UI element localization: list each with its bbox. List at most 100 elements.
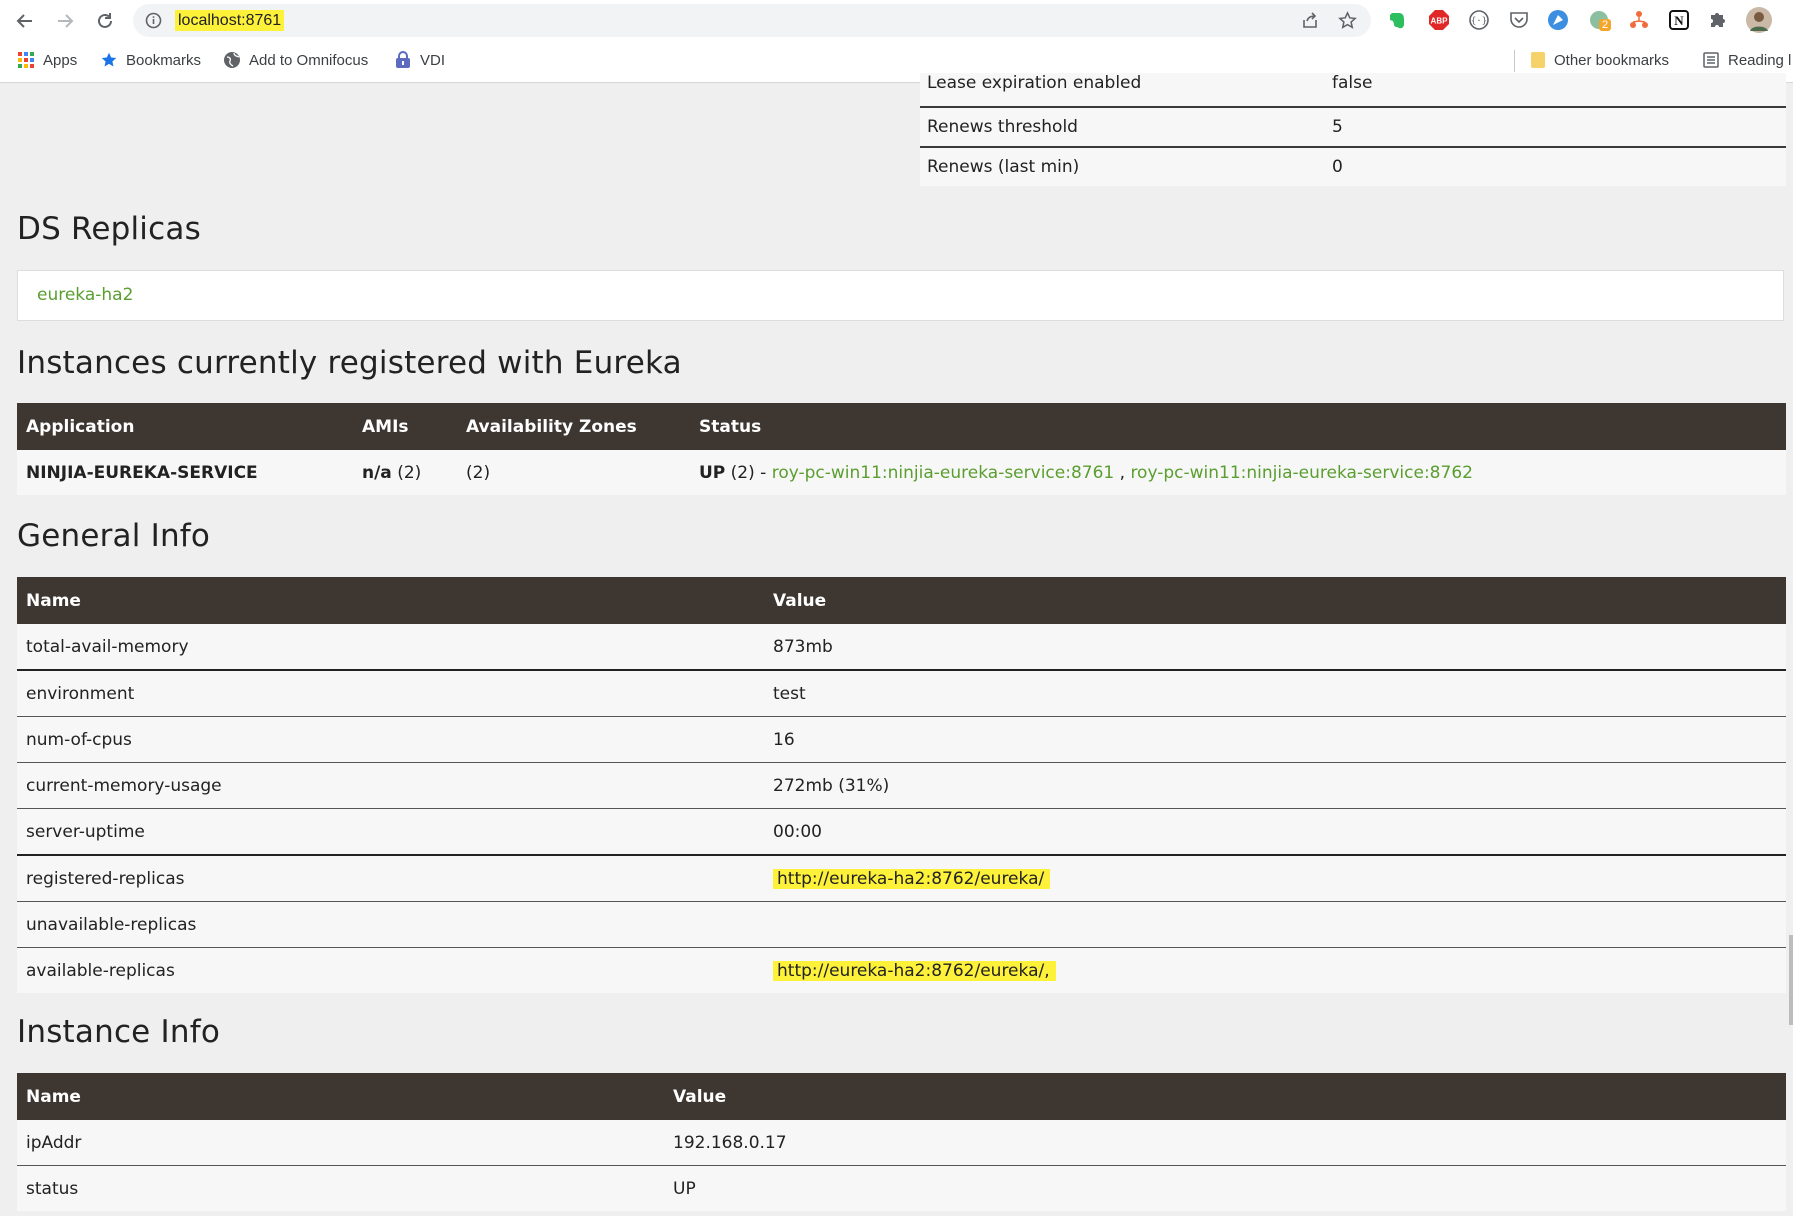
replica-link[interactable]: eureka-ha2 bbox=[37, 285, 133, 305]
evernote-icon[interactable] bbox=[1386, 9, 1408, 31]
notion-icon[interactable]: N bbox=[1668, 9, 1690, 31]
column-header: AMIs bbox=[353, 403, 457, 450]
status-cell: UP (2) - roy-pc-win11:ninjia-eureka-serv… bbox=[690, 450, 1786, 495]
bookmarks-divider bbox=[1514, 50, 1515, 72]
bookmark-bookmarks-label: Bookmarks bbox=[126, 51, 202, 69]
table-row: NINJIA-EUREKA-SERVICE n/a (2) (2) UP (2)… bbox=[17, 450, 1786, 495]
bookmark-apps[interactable]: Apps bbox=[17, 51, 77, 69]
extensions-puzzle-icon[interactable] bbox=[1707, 9, 1729, 31]
info-value: http://eureka-ha2:8762/eureka/, bbox=[764, 947, 1786, 993]
ds-replicas-list: eureka-ha2 bbox=[17, 270, 1784, 321]
browser-toolbar: localhost:8761 ABP {·} 2 N bbox=[0, 0, 1793, 40]
svg-text:{·}: {·} bbox=[1471, 17, 1487, 27]
table-row: Renews threshold 5 bbox=[920, 107, 1786, 147]
instance-link[interactable]: roy-pc-win11:ninjia-eureka-service:8761 bbox=[772, 463, 1115, 483]
reading-list[interactable]: Reading l bbox=[1702, 51, 1791, 69]
adblock-icon[interactable]: ABP bbox=[1428, 9, 1450, 31]
column-header: Name bbox=[17, 1073, 664, 1120]
stat-name: Lease expiration enabled bbox=[920, 73, 1325, 107]
instance-info-table: Name Value ipAddr 192.168.0.17 status UP bbox=[17, 1073, 1786, 1211]
column-header: Value bbox=[664, 1073, 1786, 1120]
table-row: unavailable-replicas bbox=[17, 901, 1786, 948]
bookmark-omnifocus-label: Add to Omnifocus bbox=[249, 51, 369, 69]
stat-value: false bbox=[1325, 73, 1786, 107]
reload-button[interactable] bbox=[92, 8, 118, 34]
reload-icon bbox=[98, 13, 112, 28]
column-header: Status bbox=[690, 403, 1786, 450]
pocket-icon[interactable] bbox=[1508, 9, 1530, 31]
bookmark-star-icon[interactable] bbox=[1338, 11, 1357, 30]
address-bar[interactable]: localhost:8761 bbox=[133, 4, 1371, 37]
forward-button[interactable] bbox=[52, 8, 78, 34]
status-count: (2) - bbox=[725, 462, 772, 483]
stat-value: 5 bbox=[1325, 107, 1786, 147]
table-row: Lease expiration enabled false bbox=[920, 73, 1786, 107]
url-text[interactable]: localhost:8761 bbox=[175, 10, 285, 31]
grammar-extension-icon[interactable]: 2 bbox=[1588, 9, 1612, 31]
scrollbar-thumb[interactable] bbox=[1789, 935, 1793, 1025]
table-header-row: Name Value bbox=[17, 577, 1786, 624]
info-value: 873mb bbox=[764, 624, 1786, 670]
sitemap-extension-icon[interactable] bbox=[1628, 9, 1650, 31]
table-header-row: Name Value bbox=[17, 1073, 1786, 1120]
share-icon[interactable] bbox=[1301, 12, 1319, 30]
info-value: test bbox=[764, 670, 1786, 717]
compass-extension-icon[interactable] bbox=[1547, 9, 1569, 31]
application-name: NINJIA-EUREKA-SERVICE bbox=[17, 450, 353, 495]
reading-list-icon bbox=[1703, 52, 1719, 68]
info-value: 00:00 bbox=[764, 808, 1786, 855]
table-row: server-uptime 00:00 bbox=[17, 808, 1786, 855]
instance-info-heading: Instance Info bbox=[17, 1014, 220, 1050]
bookmark-vdi-label: VDI bbox=[420, 51, 446, 69]
info-value bbox=[764, 901, 1786, 948]
column-header: Value bbox=[764, 577, 1786, 624]
table-row: Renews (last min) 0 bbox=[920, 147, 1786, 186]
info-name: registered-replicas bbox=[17, 855, 764, 902]
registered-replicas-value: http://eureka-ha2:8762/eureka/ bbox=[773, 868, 1051, 889]
info-name: current-memory-usage bbox=[17, 762, 764, 809]
info-name: server-uptime bbox=[17, 808, 764, 855]
back-arrow-icon bbox=[16, 14, 32, 28]
table-row: num-of-cpus 16 bbox=[17, 716, 1786, 763]
amis-value: n/a bbox=[362, 462, 392, 483]
zones-cell: (2) bbox=[457, 450, 690, 495]
back-button[interactable] bbox=[12, 8, 38, 34]
bookmark-vdi[interactable]: VDI bbox=[394, 51, 445, 69]
instance-link[interactable]: roy-pc-win11:ninjia-eureka-service:8762 bbox=[1130, 463, 1473, 483]
bookmark-other[interactable]: Other bookmarks bbox=[1530, 51, 1669, 69]
svg-text:ABP: ABP bbox=[1431, 17, 1449, 26]
bookmark-bookmarks[interactable]: Bookmarks bbox=[100, 51, 201, 69]
info-value: 16 bbox=[764, 716, 1786, 763]
instance-separator: , bbox=[1114, 462, 1131, 483]
site-info-icon[interactable] bbox=[145, 12, 162, 29]
info-value: 192.168.0.17 bbox=[664, 1120, 1786, 1166]
ds-replicas-heading: DS Replicas bbox=[17, 211, 201, 247]
table-row: registered-replicas http://eureka-ha2:876… bbox=[17, 855, 1786, 902]
instances-heading: Instances currently registered with Eure… bbox=[17, 345, 682, 381]
stat-name: Renews (last min) bbox=[920, 147, 1325, 186]
stat-name: Renews threshold bbox=[920, 107, 1325, 147]
extension-badge: 2 bbox=[1599, 19, 1612, 31]
info-name: total-avail-memory bbox=[17, 624, 764, 670]
table-row: environment test bbox=[17, 670, 1786, 717]
bookmark-omnifocus[interactable]: Add to Omnifocus bbox=[223, 51, 368, 69]
json-viewer-icon[interactable]: {·} bbox=[1468, 9, 1490, 31]
table-row: ipAddr 192.168.0.17 bbox=[17, 1120, 1786, 1166]
lease-stats-table: Lease expiration enabled false Renews th… bbox=[920, 73, 1786, 186]
lock-briefcase-icon bbox=[396, 51, 410, 68]
amis-count: (2) bbox=[391, 462, 422, 483]
star-filled-icon bbox=[101, 52, 117, 67]
table-row: available-replicas http://eureka-ha2:8762… bbox=[17, 947, 1786, 993]
apps-grid-icon bbox=[18, 52, 34, 68]
table-row: total-avail-memory 873mb bbox=[17, 624, 1786, 670]
info-value: 272mb (31%) bbox=[764, 762, 1786, 809]
info-name: status bbox=[17, 1165, 664, 1211]
globe-icon bbox=[224, 52, 240, 68]
stat-value: 0 bbox=[1325, 147, 1786, 186]
profile-avatar[interactable] bbox=[1746, 7, 1772, 33]
column-header: Availability Zones bbox=[457, 403, 690, 450]
info-name: ipAddr bbox=[17, 1120, 664, 1166]
info-name: available-replicas bbox=[17, 947, 764, 993]
info-value: UP bbox=[664, 1165, 1786, 1211]
bookmark-other-label: Other bookmarks bbox=[1554, 51, 1670, 69]
